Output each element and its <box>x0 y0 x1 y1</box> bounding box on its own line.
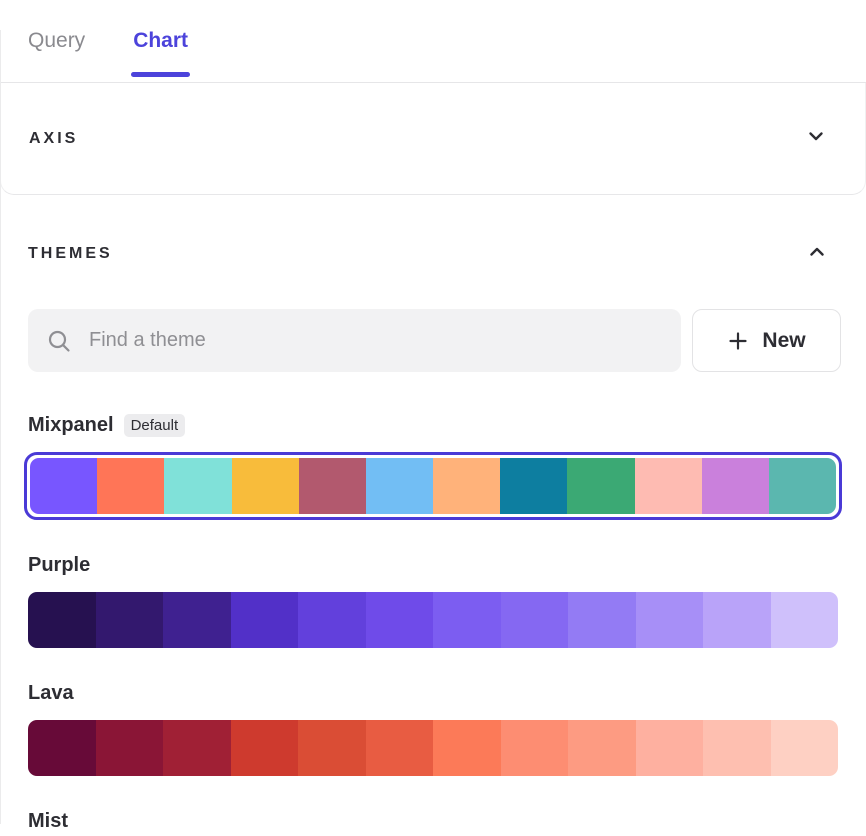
color-swatch <box>96 720 164 776</box>
color-swatch <box>30 458 97 514</box>
color-swatch <box>164 458 231 514</box>
chevron-up-icon <box>806 241 828 268</box>
themes-controls-row: New <box>28 309 841 372</box>
panel-left-border <box>0 30 1 824</box>
color-swatch <box>97 458 164 514</box>
color-swatch <box>636 592 704 648</box>
theme-label-row: Purple <box>28 550 838 580</box>
color-swatch <box>567 458 634 514</box>
color-swatch <box>500 458 567 514</box>
theme-item: Mist <box>28 806 838 836</box>
themes-section-header[interactable]: THEMES <box>0 239 866 269</box>
axis-section-header[interactable]: AXIS <box>0 83 866 195</box>
color-swatch <box>702 458 769 514</box>
color-swatch <box>501 592 569 648</box>
color-swatch <box>636 720 704 776</box>
color-swatch <box>298 592 366 648</box>
theme-label-row: Mist <box>28 806 838 836</box>
theme-palette <box>28 720 838 776</box>
theme-search-input[interactable] <box>87 328 663 353</box>
theme-item: Lava <box>28 678 838 776</box>
theme-swatch-row[interactable] <box>28 720 838 776</box>
color-swatch <box>163 720 231 776</box>
color-swatch <box>433 720 501 776</box>
color-swatch <box>28 720 96 776</box>
theme-palette <box>28 592 838 648</box>
search-icon <box>46 328 72 354</box>
theme-label-row: Lava <box>28 678 838 708</box>
color-swatch <box>703 720 771 776</box>
color-swatch <box>366 592 434 648</box>
theme-swatch-row[interactable] <box>28 592 838 648</box>
tab-bar: Query Chart <box>0 0 866 83</box>
color-swatch <box>635 458 702 514</box>
new-theme-button[interactable]: New <box>692 309 841 372</box>
theme-search-box[interactable] <box>28 309 681 372</box>
color-swatch <box>231 592 299 648</box>
tab-chart[interactable]: Chart <box>133 0 188 82</box>
color-swatch <box>163 592 231 648</box>
theme-name: Lava <box>28 682 74 705</box>
theme-swatch-row[interactable] <box>24 452 842 520</box>
color-swatch <box>232 458 299 514</box>
chevron-down-icon <box>805 125 827 152</box>
color-swatch <box>433 592 501 648</box>
themes-section-title: THEMES <box>28 245 113 263</box>
theme-item: Purple <box>28 550 838 648</box>
color-swatch <box>568 592 636 648</box>
color-swatch <box>769 458 836 514</box>
color-swatch <box>703 592 771 648</box>
theme-name: Purple <box>28 554 90 577</box>
color-swatch <box>366 458 433 514</box>
theme-label-row: Mixpanel Default <box>28 410 838 440</box>
color-swatch <box>501 720 569 776</box>
theme-name: Mist <box>28 810 68 833</box>
color-swatch <box>231 720 299 776</box>
color-swatch <box>771 720 839 776</box>
plus-icon <box>727 330 749 352</box>
color-swatch <box>28 592 96 648</box>
color-swatch <box>433 458 500 514</box>
theme-default-badge: Default <box>124 414 186 437</box>
axis-section-title: AXIS <box>29 130 78 148</box>
theme-item: Mixpanel Default <box>28 410 838 520</box>
color-swatch <box>771 592 839 648</box>
color-swatch <box>298 720 366 776</box>
color-swatch <box>366 720 434 776</box>
color-swatch <box>299 458 366 514</box>
color-swatch <box>96 592 164 648</box>
theme-palette <box>30 458 836 514</box>
themes-list: Mixpanel Default Purple Lava Mist <box>28 410 838 836</box>
theme-name: Mixpanel <box>28 414 114 437</box>
themes-section: THEMES New <box>0 195 866 836</box>
tab-query[interactable]: Query <box>28 0 85 82</box>
new-theme-button-label: New <box>762 329 805 353</box>
color-swatch <box>568 720 636 776</box>
